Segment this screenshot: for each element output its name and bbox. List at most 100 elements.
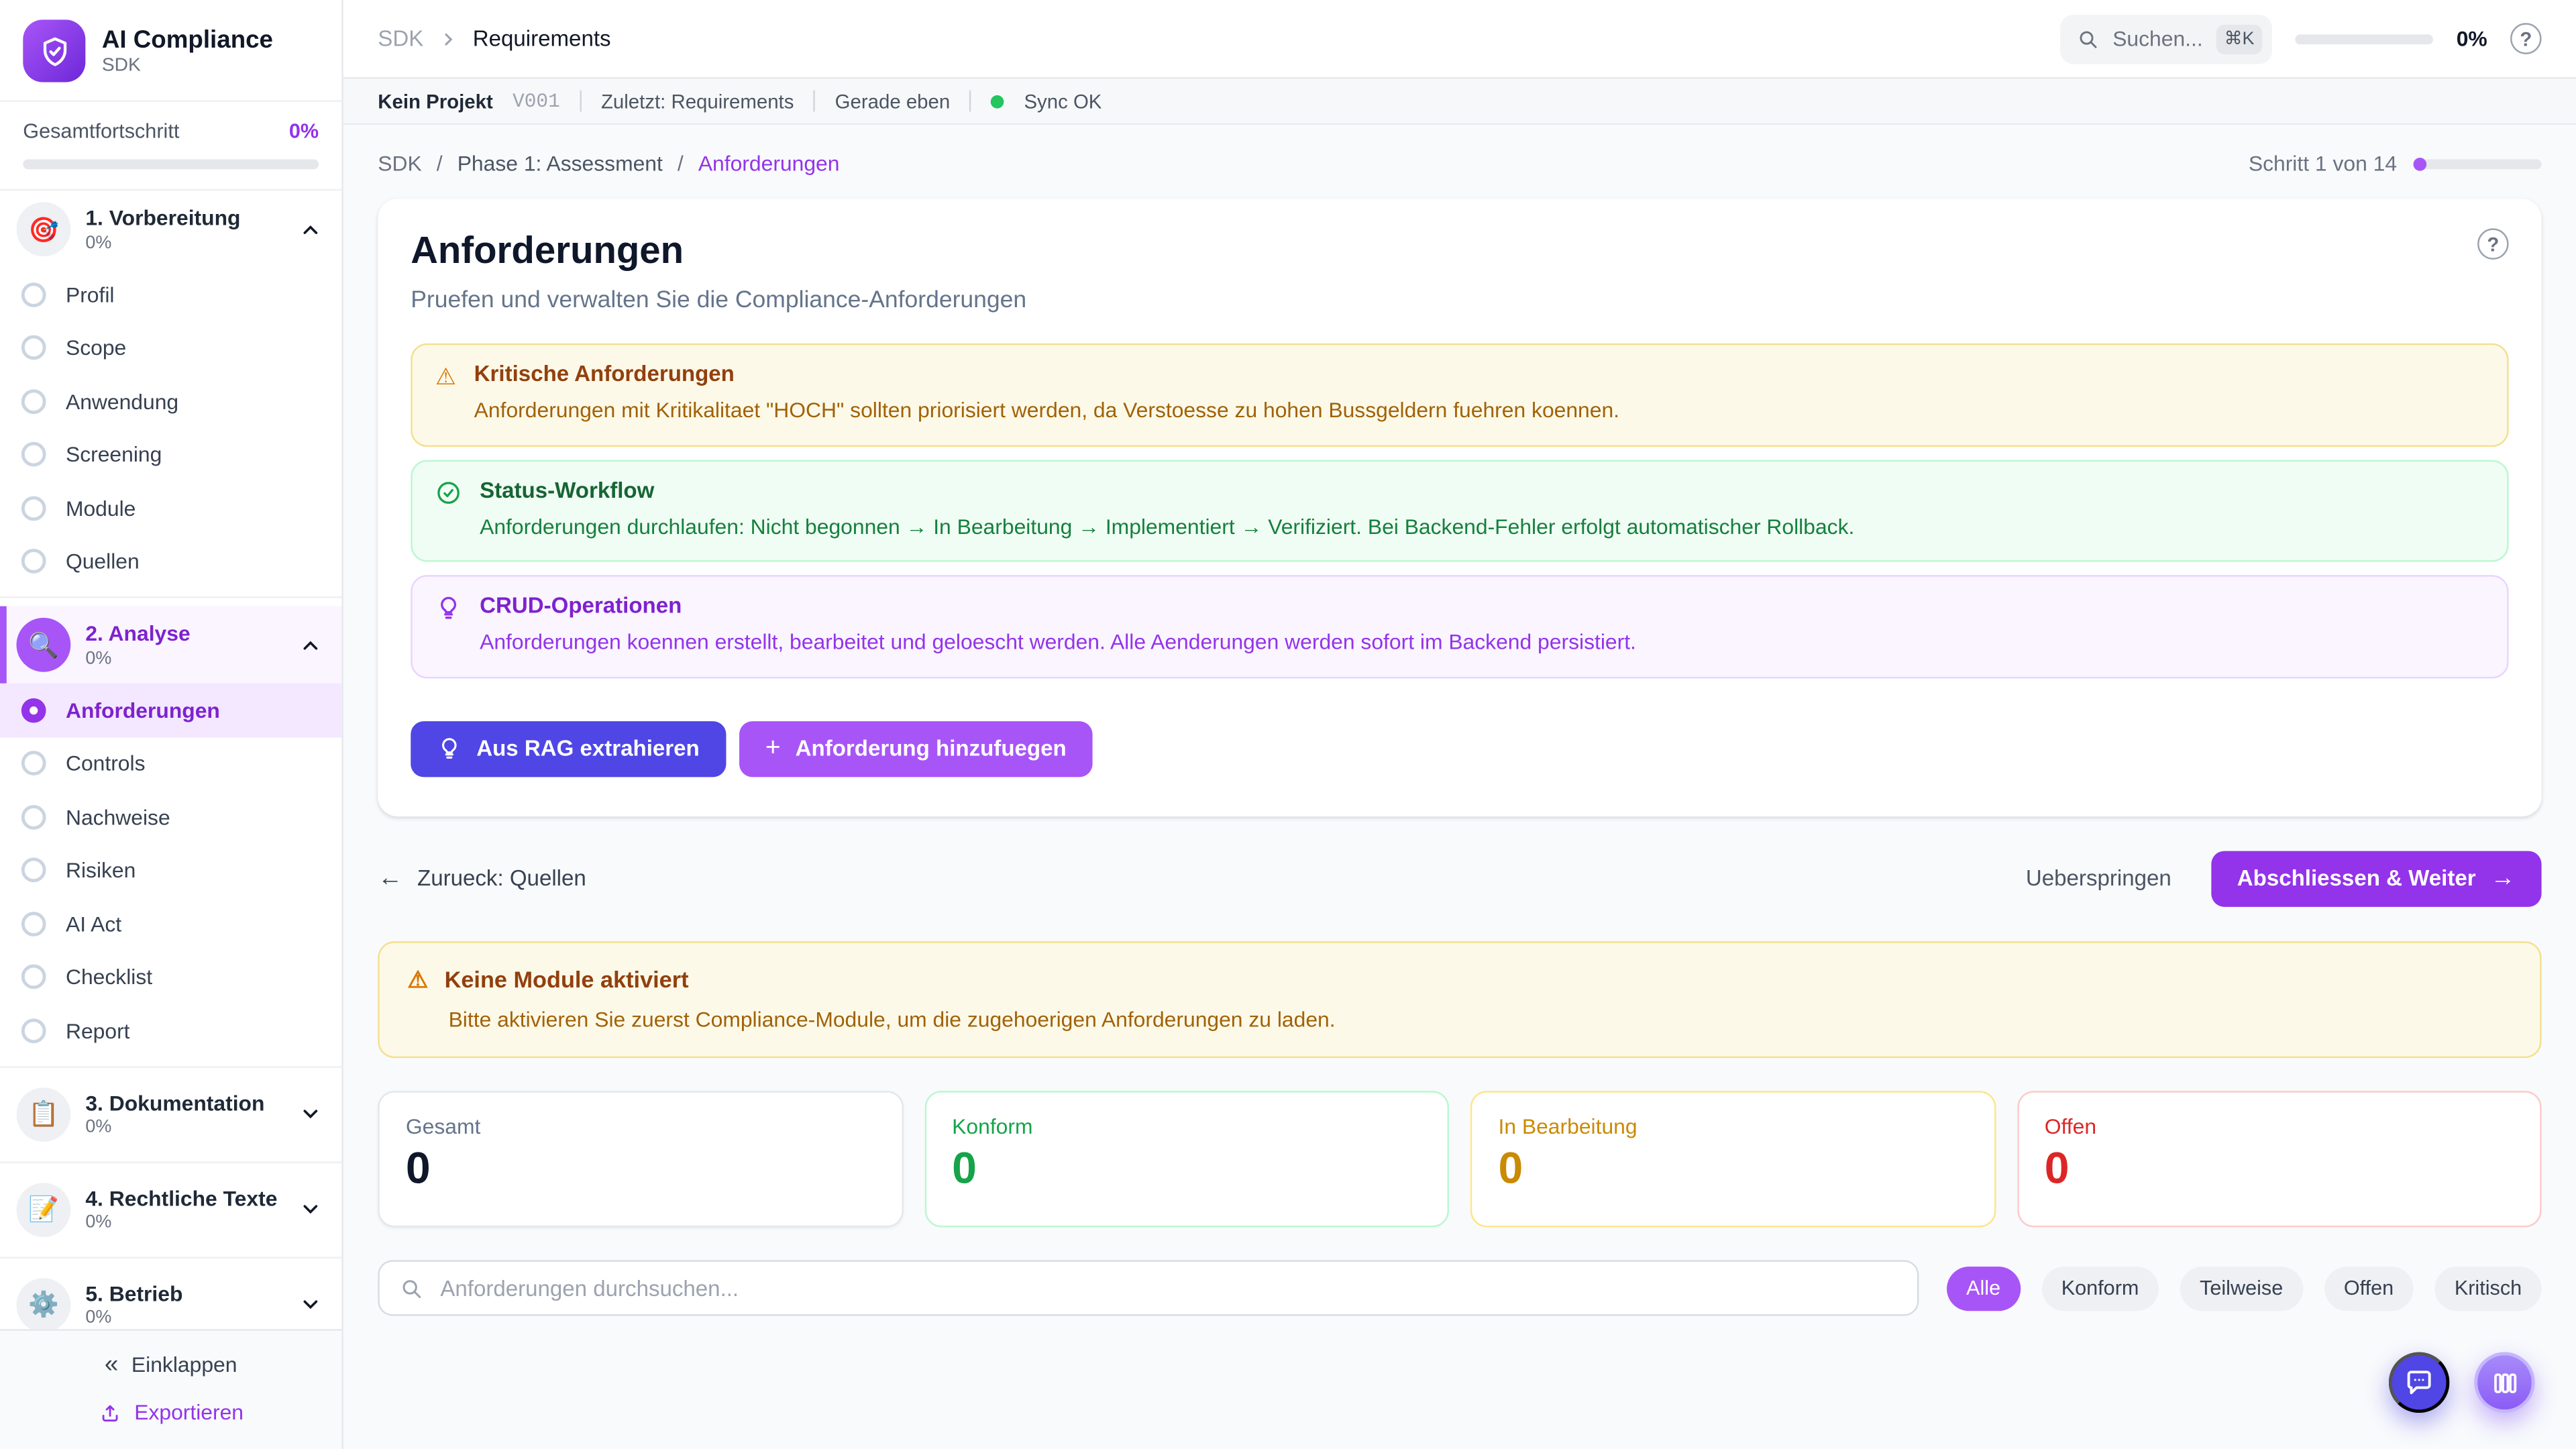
- double-chevron-left-icon: «: [105, 1352, 118, 1377]
- overall-progress-bar: [23, 160, 319, 170]
- crud-operations-notice: CRUD-Operationen Anforderungen koennen e…: [411, 575, 2508, 678]
- header-progress-bar: [2296, 34, 2434, 44]
- header-progress-value: 0%: [2457, 26, 2487, 51]
- sidebar-item-label: Screening: [66, 442, 162, 467]
- sidebar-item-scope[interactable]: Scope: [0, 321, 341, 375]
- chevron-right-icon: [438, 29, 458, 48]
- filter-chip-alle[interactable]: Alle: [1947, 1267, 2021, 1311]
- sidebar-item-anwendung[interactable]: Anwendung: [0, 374, 341, 428]
- shortcut-badge: ⌘K: [2216, 24, 2262, 54]
- lightbulb-icon: [437, 736, 462, 761]
- warning-icon: ⚠: [435, 363, 456, 425]
- notice-body: Anforderungen koennen erstellt, bearbeit…: [480, 628, 1636, 657]
- breadcrumb-root[interactable]: SDK: [378, 26, 423, 51]
- export-button[interactable]: Exportieren: [89, 1398, 254, 1426]
- section-analyse-header[interactable]: 🔍 2. Analyse 0%: [0, 606, 341, 684]
- filter-chip-offen[interactable]: Offen: [2324, 1267, 2413, 1311]
- sidebar-item-quellen[interactable]: Quellen: [0, 535, 341, 588]
- status-workflow-notice: Status-Workflow Anforderungen durchlaufe…: [411, 460, 2508, 562]
- warning-body: Bitte aktivieren Sie zuerst Compliance-M…: [407, 1006, 2512, 1031]
- section-betrieb: ⚙️ 5. Betrieb 0%: [0, 1266, 341, 1329]
- step-label: Schritt 1 von 14: [2249, 151, 2397, 176]
- breadcrumb-separator: /: [678, 151, 684, 176]
- next-label: Abschliessen & Weiter: [2237, 866, 2476, 891]
- sidebar-item-label: AI Act: [66, 912, 121, 936]
- step-progress-fill: [2414, 157, 2427, 170]
- sidebar-item-nachweise[interactable]: Nachweise: [0, 790, 341, 844]
- stat-label: In Bearbeitung: [1498, 1114, 1967, 1138]
- version-badge: V001: [513, 89, 560, 112]
- sidebar-item-checklist[interactable]: Checklist: [0, 951, 341, 1004]
- section-label: 5. Betrieb: [85, 1281, 182, 1306]
- app-window: AI Compliance SDK Gesamtfortschritt 0% 🎯…: [0, 0, 2576, 1449]
- requirements-search-input[interactable]: Anforderungen durchsuchen...: [378, 1260, 1919, 1316]
- topbar: SDK Requirements Suchen... ⌘K 0% ?: [343, 0, 2576, 79]
- page-breadcrumb-root[interactable]: SDK: [378, 151, 421, 176]
- sidebar-item-label: Anforderungen: [66, 698, 220, 722]
- breadcrumb-separator: /: [437, 151, 443, 176]
- sync-status-icon: [991, 95, 1004, 108]
- complete-and-next-button[interactable]: Abschliessen & Weiter →: [2211, 851, 2542, 906]
- shield-check-icon: [23, 19, 85, 82]
- columns-view-button[interactable]: [2474, 1352, 2535, 1413]
- chat-assistant-button[interactable]: [2389, 1352, 2450, 1413]
- no-modules-warning: ⚠ Keine Module aktiviert Bitte aktiviere…: [378, 941, 2541, 1057]
- sidebar-item-module[interactable]: Module: [0, 482, 341, 535]
- lightbulb-icon: [435, 595, 462, 657]
- search-icon: [2076, 27, 2099, 50]
- sidebar-item-profil[interactable]: Profil: [0, 268, 341, 321]
- filter-chip-konform[interactable]: Konform: [2041, 1267, 2158, 1311]
- sidebar-item-label: Risiken: [66, 858, 136, 883]
- page-breadcrumb-phase[interactable]: Phase 1: Assessment: [458, 151, 663, 176]
- sidebar-item-label: Module: [66, 496, 136, 521]
- sidebar-item-controls[interactable]: Controls: [0, 737, 341, 790]
- sidebar-footer: « Einklappen Exportieren: [0, 1329, 341, 1449]
- sidebar-item-screening[interactable]: Screening: [0, 428, 341, 482]
- sidebar-item-ai-act[interactable]: AI Act: [0, 897, 341, 951]
- page-breadcrumb-current: Anforderungen: [698, 151, 840, 176]
- section-percent: 0%: [85, 649, 190, 668]
- section-percent: 0%: [85, 1308, 182, 1328]
- section-analyse: 🔍 2. Analyse 0% Anforderungen Controls N…: [0, 606, 341, 1057]
- radio-circle-icon: [21, 912, 46, 936]
- collapse-label: Einklappen: [131, 1352, 237, 1377]
- add-requirement-button[interactable]: + Anforderung hinzufuegen: [739, 720, 1093, 776]
- radio-circle-icon: [21, 965, 46, 989]
- sidebar-item-report[interactable]: Report: [0, 1004, 341, 1057]
- requirements-card: Anforderungen ? Pruefen und verwalten Si…: [378, 199, 2541, 816]
- section-dokumentation: 📋 3. Dokumentation 0%: [0, 1075, 341, 1152]
- filter-chip-teilweise[interactable]: Teilweise: [2180, 1267, 2303, 1311]
- filter-chip-kritisch[interactable]: Kritisch: [2434, 1267, 2541, 1311]
- step-indicator: Schritt 1 von 14: [2249, 151, 2542, 176]
- project-name: Kein Projekt: [378, 89, 493, 112]
- stat-card-offen: Offen 0: [2017, 1090, 2541, 1228]
- sidebar-item-anforderungen[interactable]: Anforderungen: [0, 684, 341, 737]
- step-progress-bar: [2414, 158, 2542, 168]
- global-search-button[interactable]: Suchen... ⌘K: [2060, 14, 2273, 63]
- overall-progress: Gesamtfortschritt 0%: [0, 100, 341, 189]
- section-dokumentation-header[interactable]: 📋 3. Dokumentation 0%: [0, 1075, 341, 1152]
- skip-button[interactable]: Ueberspringen: [2026, 866, 2171, 891]
- chevron-down-icon: [299, 1102, 322, 1125]
- collapse-sidebar-button[interactable]: « Einklappen: [95, 1350, 247, 1379]
- extract-from-rag-button[interactable]: Aus RAG extrahieren: [411, 720, 726, 776]
- back-to-sources-button[interactable]: ← Zurueck: Quellen: [378, 866, 586, 891]
- radio-circle-icon: [21, 804, 46, 829]
- section-label: 3. Dokumentation: [85, 1090, 264, 1116]
- section-rechtliche-texte-header[interactable]: 📝 4. Rechtliche Texte 0%: [0, 1171, 341, 1248]
- overall-progress-label: Gesamtfortschritt: [23, 120, 179, 143]
- sidebar: AI Compliance SDK Gesamtfortschritt 0% 🎯…: [0, 0, 343, 1449]
- page-title: Anforderungen: [411, 228, 684, 272]
- radio-circle-icon: [21, 335, 46, 360]
- card-help-icon[interactable]: ?: [2477, 228, 2509, 260]
- section-percent: 0%: [85, 1213, 277, 1232]
- divider: [970, 91, 971, 112]
- help-icon[interactable]: ?: [2510, 23, 2542, 54]
- section-vorbereitung-header[interactable]: 🎯 1. Vorbereitung 0%: [0, 191, 341, 268]
- floating-buttons: [2389, 1352, 2535, 1413]
- sidebar-item-risiken[interactable]: Risiken: [0, 844, 341, 898]
- stat-card-in-bearbeitung: In Bearbeitung 0: [1470, 1090, 1995, 1228]
- app-logo-row: AI Compliance SDK: [0, 0, 341, 100]
- section-betrieb-header[interactable]: ⚙️ 5. Betrieb 0%: [0, 1266, 341, 1329]
- sidebar-item-label: Nachweise: [66, 804, 170, 829]
